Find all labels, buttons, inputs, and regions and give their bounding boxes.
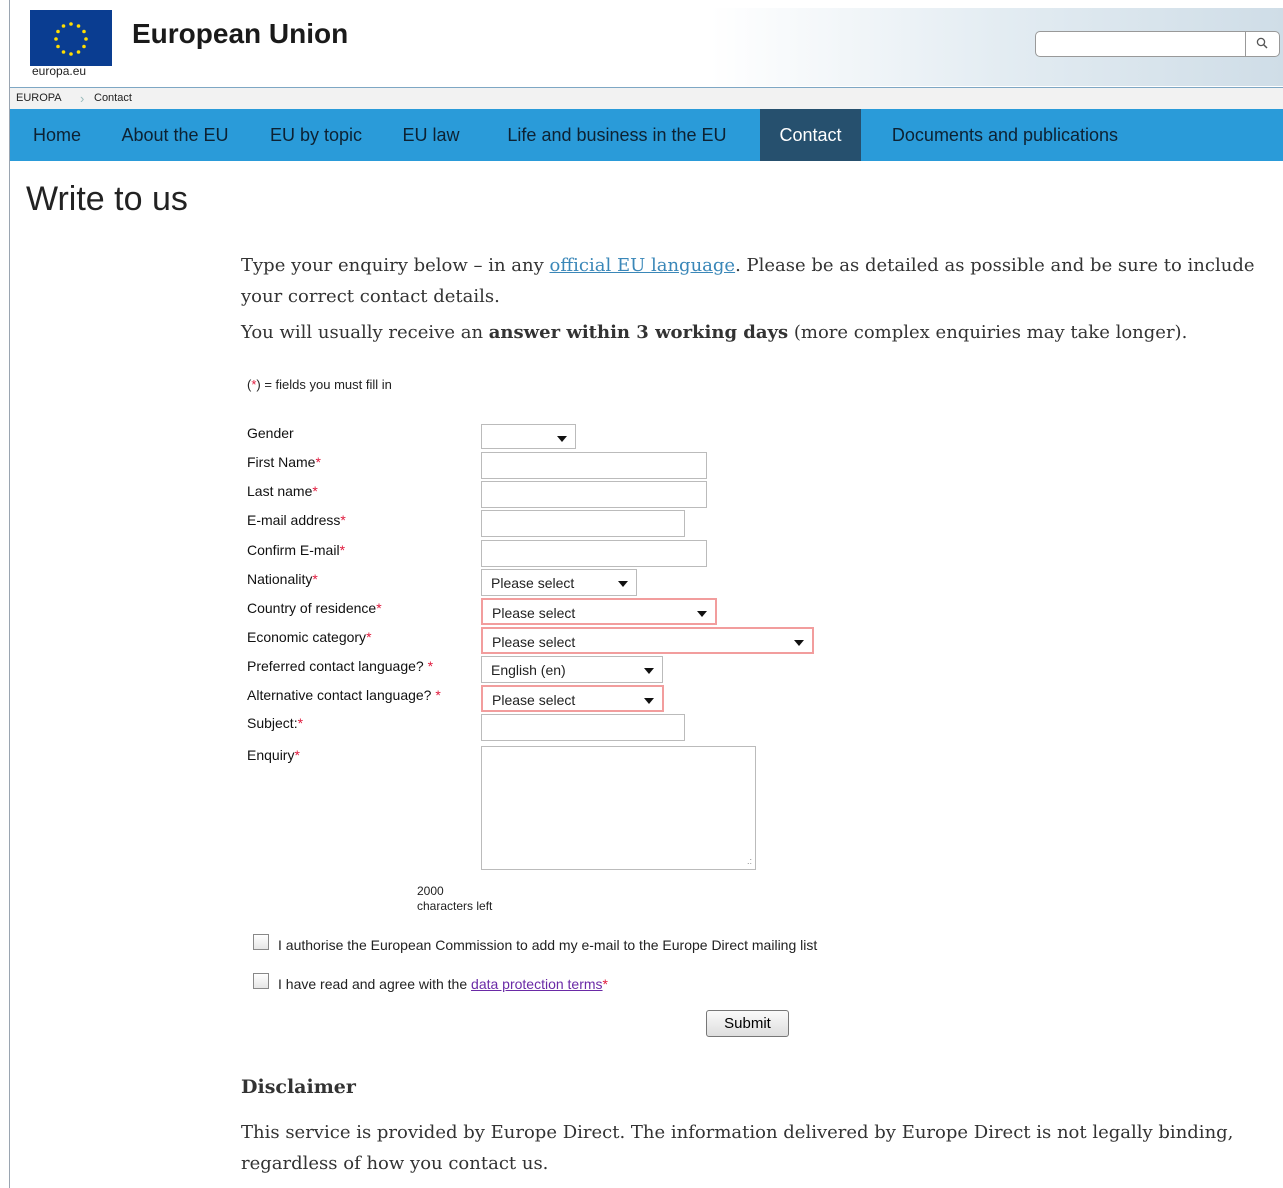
breadcrumb: EUROPA › Contact (10, 87, 1283, 109)
subject-input[interactable] (481, 714, 685, 741)
nav-item-home[interactable]: Home (19, 109, 95, 161)
nav-item-law[interactable]: EU law (392, 109, 470, 161)
site-title: European Union (132, 18, 349, 49)
characters-left-counter: 2000 characters left (417, 884, 492, 914)
response-text: You will usually receive an (241, 322, 489, 343)
breadcrumb-europa-link[interactable]: EUROPA (16, 92, 62, 104)
email-input[interactable] (481, 510, 685, 537)
gender-label: Gender (247, 425, 294, 441)
data-protection-link[interactable]: data protection terms (471, 976, 603, 992)
response-text-end: (more complex enquiries may take longer)… (788, 322, 1188, 343)
first-name-input[interactable] (481, 452, 707, 479)
mailing-list-checkbox[interactable] (253, 934, 269, 950)
terms-text: I have read and agree with the (278, 976, 472, 992)
economic-category-select[interactable]: Please select (481, 627, 814, 654)
europa-logo-text: europa.eu (32, 64, 87, 78)
submit-button[interactable]: Submit (706, 1010, 789, 1037)
nationality-label: Nationality* (247, 571, 318, 587)
chevron-down-icon (794, 640, 804, 646)
economic-category-label: Economic category* (247, 629, 372, 645)
site-header: europa.eu European Union (10, 8, 1283, 86)
response-time-paragraph: You will usually receive an answer withi… (241, 322, 1271, 343)
chevron-down-icon (644, 668, 654, 674)
response-time-bold: answer within 3 working days (488, 322, 789, 343)
disclaimer-text: This service is provided by Europe Direc… (241, 1122, 1234, 1174)
data-protection-label: I have read and agree with the data prot… (278, 976, 608, 992)
required-fields-note: (*) = fields you must fill in (247, 377, 392, 392)
last-name-input[interactable] (481, 481, 707, 508)
breadcrumb-chevron-icon: › (80, 91, 85, 106)
official-language-link[interactable]: official EU language (550, 255, 736, 276)
alternative-language-label: Alternative contact language? * (247, 687, 441, 703)
nationality-select[interactable]: Please select (481, 569, 637, 596)
nav-item-contact[interactable]: Contact (760, 109, 861, 161)
main-nav: Home About the EU EU by topic EU law Lif… (10, 109, 1283, 161)
nav-item-documents[interactable]: Documents and publications (872, 109, 1138, 161)
country-select[interactable]: Please select (481, 598, 717, 625)
confirm-email-input[interactable] (481, 540, 707, 567)
confirm-email-label: Confirm E-mail* (247, 542, 346, 558)
intro-text: Type your enquiry below – in any (241, 255, 550, 276)
search-icon (1256, 37, 1268, 49)
enquiry-label: Enquiry* (247, 747, 300, 763)
note-text: ) = fields you must fill in (256, 377, 392, 392)
nav-item-topic[interactable]: EU by topic (258, 109, 374, 161)
nav-item-about[interactable]: About the EU (110, 109, 240, 161)
chevron-down-icon (644, 698, 654, 704)
chars-text: characters left (417, 899, 493, 913)
first-name-label: First Name* (247, 454, 321, 470)
breadcrumb-current: Contact (94, 92, 132, 104)
nav-item-life-business[interactable]: Life and business in the EU (486, 109, 748, 161)
search-box (1035, 31, 1280, 57)
email-label: E-mail address* (247, 512, 346, 528)
country-label: Country of residence* (247, 600, 382, 616)
chevron-down-icon (697, 611, 707, 617)
gender-select[interactable] (481, 424, 576, 449)
subject-label: Subject:* (247, 715, 304, 731)
search-input[interactable] (1042, 35, 1242, 55)
data-protection-checkbox[interactable] (253, 973, 269, 989)
chevron-down-icon (557, 436, 567, 442)
resize-grip-icon[interactable]: .: (747, 856, 752, 866)
search-button[interactable] (1245, 32, 1279, 56)
last-name-label: Last name* (247, 483, 318, 499)
page-title: Write to us (26, 180, 188, 218)
preferred-language-select[interactable]: English (en) (481, 656, 663, 683)
page-left-border (9, 0, 10, 1188)
disclaimer-heading: Disclaimer (241, 1076, 356, 1098)
enquiry-textarea[interactable]: .: (481, 746, 756, 870)
alternative-language-select[interactable]: Please select (481, 685, 664, 712)
preferred-language-label: Preferred contact language? * (247, 658, 434, 674)
intro-paragraph: Type your enquiry below – in any officia… (241, 250, 1261, 312)
required-star: * (602, 976, 608, 992)
chars-count: 2000 (417, 884, 444, 898)
chevron-down-icon (618, 581, 628, 587)
mailing-list-label: I authorise the European Commission to a… (278, 937, 818, 953)
eu-flag-logo[interactable] (30, 10, 112, 66)
